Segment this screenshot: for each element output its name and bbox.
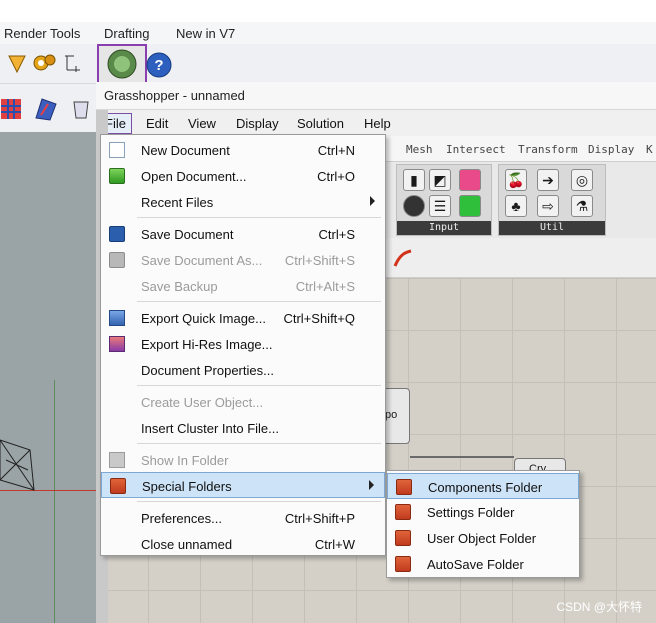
menu-display[interactable]: Display [236,116,279,131]
render-material-icon[interactable] [32,96,58,122]
watermark: CSDN @大怀特 [556,600,642,614]
tree-icon[interactable]: ♣ [505,195,527,217]
save-icon [109,226,125,242]
ribbon-group-input: ▮ ◩ ☰ Input [396,164,492,236]
tab-transform[interactable]: Transform [518,143,578,156]
menu-separator [137,501,381,502]
galapagos-icon[interactable]: ◎ [571,169,593,191]
canvas-wire [410,456,514,458]
menu-item-new-document[interactable]: New Document Ctrl+N [101,137,385,163]
tab-intersect[interactable]: Intersect [446,143,506,156]
menu-item-components-folder[interactable]: Components Folder [387,473,579,499]
menu-item-open-document[interactable]: Open Document... Ctrl+O [101,163,385,189]
menu-item-settings-folder[interactable]: Settings Folder [387,499,579,525]
menu-separator [137,217,381,218]
panel-icon[interactable] [459,169,481,191]
menu-item-document-properties[interactable]: Document Properties... [101,357,385,383]
rhino-toolbar-2 [0,84,100,132]
help-icon[interactable]: ? [146,52,172,78]
gears-icon[interactable] [32,52,56,74]
save-as-icon [109,252,125,268]
image-icon [109,310,125,326]
new-document-icon [109,142,125,158]
menu-separator [137,443,381,444]
folder-icon [395,556,411,572]
menu-item-save-backup: Save Backup Ctrl+Alt+S [141,279,355,294]
menu-separator [137,385,381,386]
slider-icon[interactable]: ◩ [429,169,451,191]
tab-display[interactable]: Display [588,143,634,156]
tab-mesh[interactable]: Mesh [406,143,433,156]
flask-icon[interactable]: ⚗ [571,195,593,217]
ribbon-group-util: 🍒 ➔ ◎ ♣ ⇨ ⚗ Util [498,164,606,236]
menu-item-insert-cluster[interactable]: Insert Cluster Into File... [101,415,385,441]
menu-item-save-document-as: Save Document As... Ctrl+Shift+S [101,247,385,273]
colour-swatch-icon[interactable] [459,195,481,217]
menu-view[interactable]: View [188,116,216,131]
svg-text:?: ? [154,57,163,74]
viewport-axis-y [54,380,55,623]
rhino-menu-drafting[interactable]: Drafting [104,26,150,41]
grasshopper-menubar: File Edit View Display Solution Help [96,110,656,136]
rhino-menubar: Render Tools Drafting New in V7 [0,22,656,44]
folder-icon [395,530,411,546]
rhino-menu-render-tools[interactable]: Render Tools [4,26,80,41]
open-folder-icon [109,168,125,184]
rhino-toolbar: ? [0,44,656,84]
menu-solution[interactable]: Solution [297,116,344,131]
file-menu: New Document Ctrl+N Open Document... Ctr… [100,134,386,556]
toggle-icon[interactable]: ▮ [403,169,425,191]
grasshopper-title-bar: Grasshopper - unnamed [96,82,656,110]
menu-item-autosave-folder[interactable]: AutoSave Folder [387,551,579,577]
hires-image-icon [109,336,125,352]
dimension-icon[interactable] [62,52,84,74]
menu-item-special-folders[interactable]: Special Folders [101,472,385,498]
rhino-menu-new-in-v7[interactable]: New in V7 [176,26,235,41]
menu-edit[interactable]: Edit [146,116,168,131]
grasshopper-launch-icon[interactable] [97,44,147,84]
folder-disabled-icon [109,452,125,468]
menu-item-user-object-folder[interactable]: User Object Folder [387,525,579,551]
button-icon[interactable] [403,195,425,217]
ribbon-group-label-input: Input [397,221,491,235]
tab-k[interactable]: K [646,143,653,156]
window-title: Grasshopper - unnamed [104,88,245,103]
rhino-viewport[interactable] [0,132,100,623]
cherry-icon[interactable]: 🍒 [505,169,527,191]
cone-icon[interactable] [6,52,28,74]
node-label: po [385,409,398,421]
viewport-wireframe-box [0,439,35,491]
menu-item-recent-files[interactable]: Recent Files [101,189,385,215]
submenu-arrow-icon [370,196,375,206]
ribbon-group-label-util: Util [499,221,605,235]
menu-item-close-unnamed[interactable]: Close unnamed Ctrl+W [101,531,385,557]
folder-icon [396,479,412,495]
special-folders-submenu: Components Folder Settings Folder User O… [386,470,580,578]
arrow-right-icon[interactable]: ➔ [537,169,559,191]
menu-item-export-hires-image[interactable]: Export Hi-Res Image... [101,331,385,357]
menu-item-save-document[interactable]: Save Document Ctrl+S [101,221,385,247]
arrow-outline-icon[interactable]: ⇨ [537,195,559,217]
menu-item-create-user-object: Create User Object... [141,395,264,410]
submenu-arrow-icon [369,480,374,490]
menu-help[interactable]: Help [364,116,391,131]
menu-separator [137,301,381,302]
menu-item-export-quick-image[interactable]: Export Quick Image... Ctrl+Shift+Q [101,305,385,331]
folder-icon [395,504,411,520]
menu-item-show-in-folder: Show In Folder [101,447,385,473]
cup-icon[interactable] [70,98,92,120]
list-icon[interactable]: ☰ [429,195,451,217]
grid-icon[interactable] [0,98,22,120]
sketch-icon[interactable] [392,248,414,270]
menu-item-preferences[interactable]: Preferences... Ctrl+Shift+P [101,505,385,531]
folder-icon [110,478,126,494]
